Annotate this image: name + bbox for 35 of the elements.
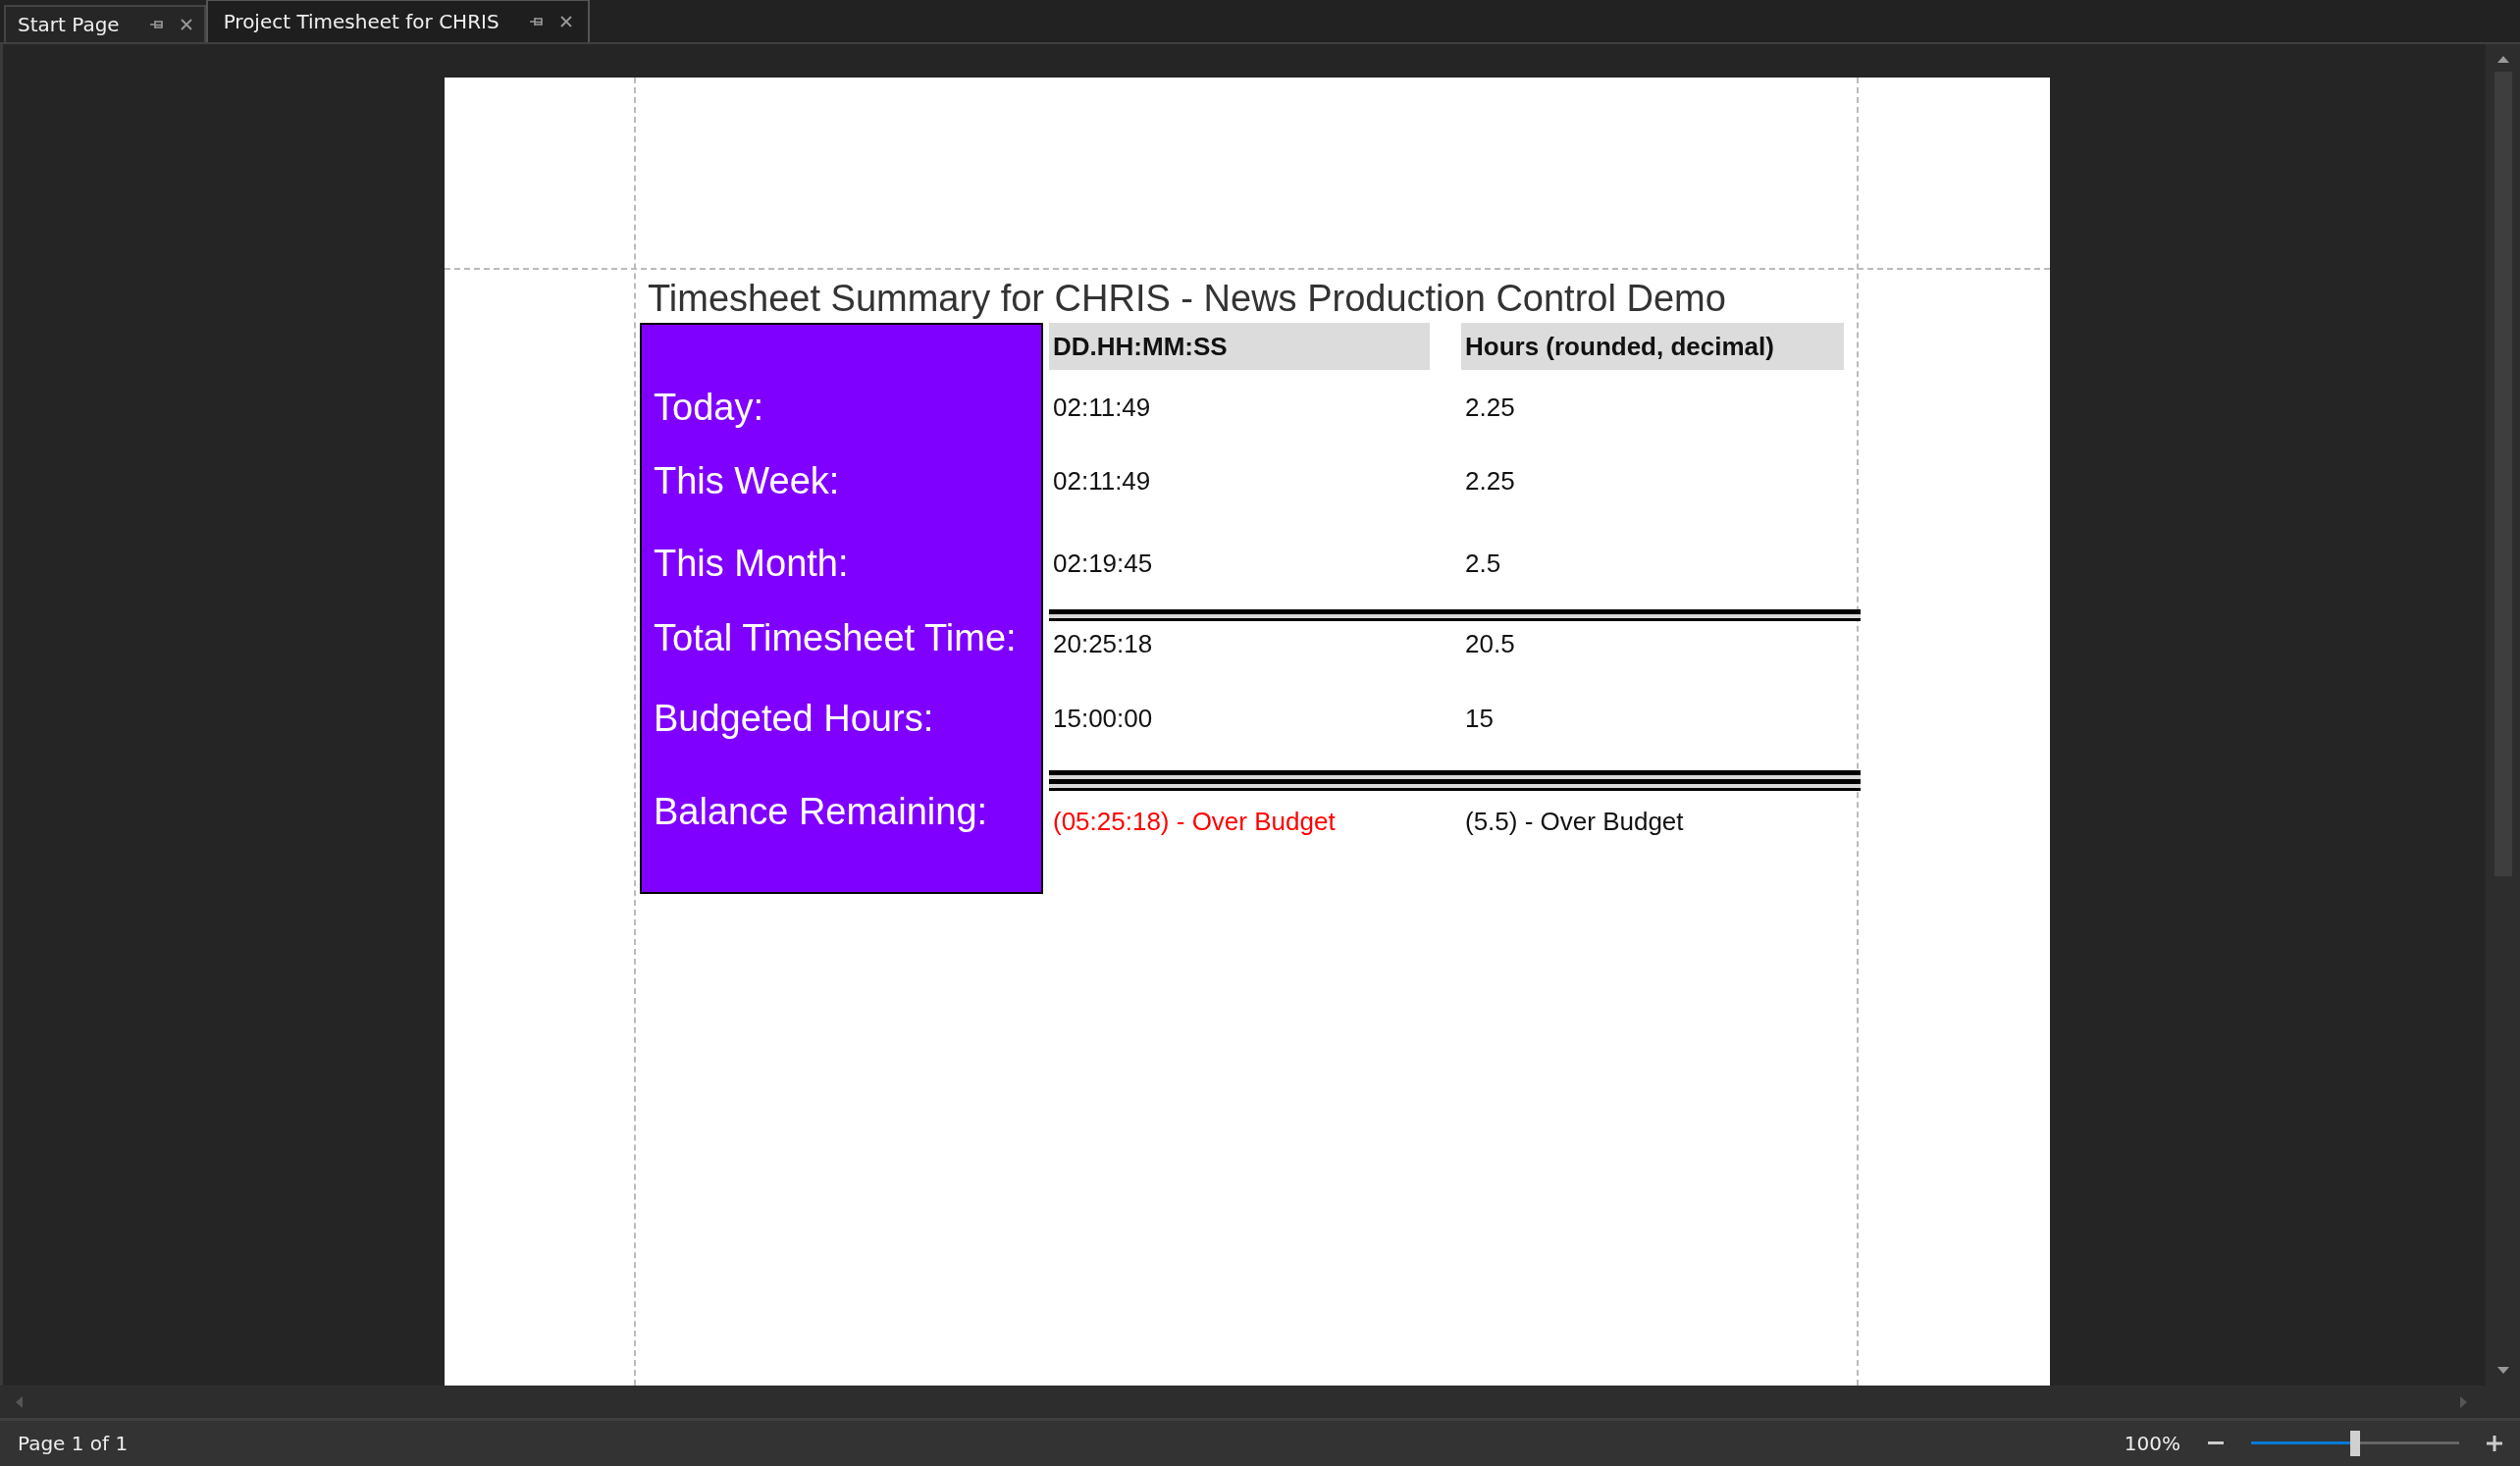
zoom-percent: 100% (2124, 1432, 2180, 1455)
zoom-in-icon[interactable] (2487, 1436, 2502, 1451)
zoom-slider[interactable] (2251, 1431, 2459, 1456)
hours-value: 2.25 (1464, 392, 1515, 423)
row-label: Budgeted Hours: (653, 697, 934, 740)
hours-value: 15 (1464, 703, 1494, 734)
row-label: Total Timesheet Time: (653, 616, 1017, 659)
row-label: This Week: (653, 459, 840, 502)
zoom-out-icon[interactable] (2208, 1441, 2224, 1445)
pin-icon[interactable] (148, 19, 165, 30)
duration-value: 20:25:18 (1052, 628, 1154, 659)
scroll-down-icon[interactable] (2495, 1366, 2510, 1376)
duration-value: 02:11:49 (1052, 392, 1152, 423)
document-tab[interactable]: Start Page (4, 5, 206, 42)
row-label: Balance Remaining: (653, 790, 988, 833)
duration-value: 02:19:45 (1052, 548, 1154, 579)
duration-value: (05:25:18) - Over Budget (1052, 807, 1337, 837)
column-header: Hours (rounded, decimal) (1461, 323, 1844, 370)
duration-value: 15:00:00 (1052, 703, 1154, 734)
report-title: Timesheet Summary for CHRIS - News Production Control Demo (647, 277, 1727, 321)
row-label: This Month: (653, 542, 849, 585)
document-tab[interactable]: Project Timesheet for CHRIS (205, 0, 590, 42)
scroll-up-icon[interactable] (2495, 54, 2510, 64)
close-icon[interactable] (559, 16, 572, 27)
close-icon[interactable] (180, 19, 192, 30)
hours-value: 20.5 (1464, 628, 1515, 659)
hours-value: 2.5 (1464, 548, 1501, 579)
column-header: DD.HH:MM:SS (1049, 323, 1430, 370)
row-label: Today: (653, 386, 763, 429)
page-count: Page 1 of 1 (18, 1432, 129, 1455)
duration-value: 02:11:49 (1052, 465, 1152, 497)
hours-value: 2.25 (1464, 465, 1515, 497)
slider-thumb[interactable] (2350, 1431, 2360, 1456)
hours-value: (5.5) - Over Budget (1464, 807, 1684, 837)
pin-icon[interactable] (528, 16, 545, 27)
